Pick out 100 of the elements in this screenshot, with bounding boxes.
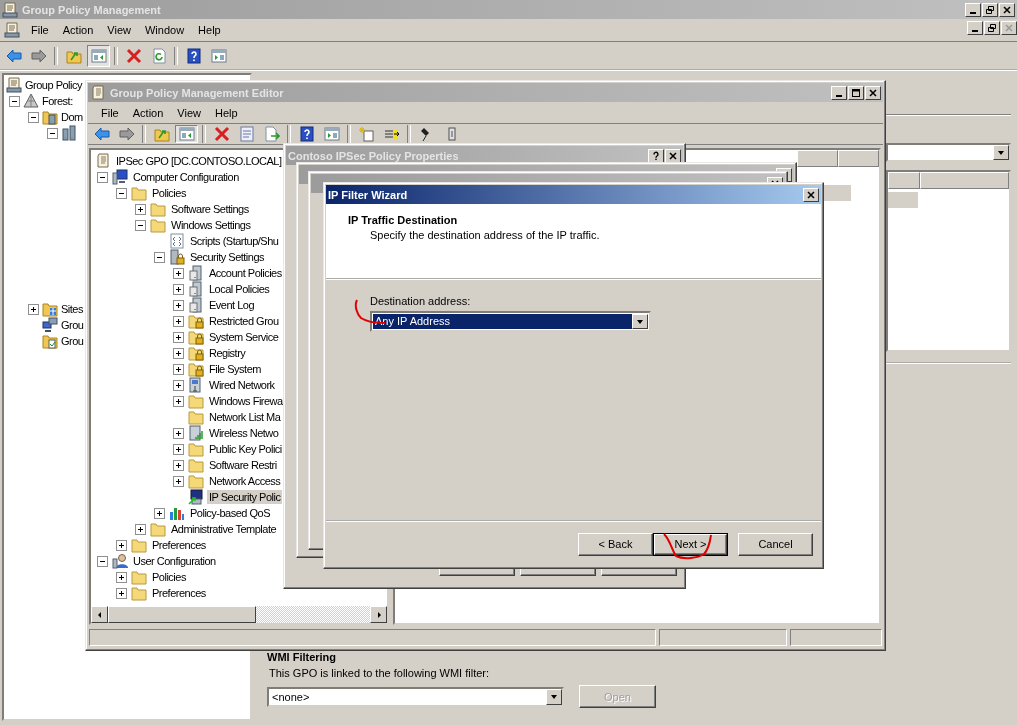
tree-item[interactable]: Dom: [60, 111, 84, 123]
wizard-button[interactable]: < Back: [578, 532, 653, 556]
console-icon: [6, 77, 22, 93]
expander-box[interactable]: [173, 443, 184, 455]
ipsec-icon: [188, 489, 204, 505]
section-heading: WMI Filtering: [267, 651, 338, 663]
expander-box[interactable]: [173, 475, 184, 487]
tree-item[interactable]: Network List Ma: [207, 410, 283, 424]
tree-item[interactable]: Preferences: [150, 586, 208, 600]
expander-box[interactable]: [173, 283, 184, 295]
scroll-left-button[interactable]: [91, 606, 108, 623]
menu-item[interactable]: Help: [191, 22, 228, 38]
tree-item[interactable]: Wireless Netwo: [207, 426, 281, 440]
expander-box[interactable]: [97, 555, 108, 567]
wizard-button[interactable]: Next >: [653, 532, 728, 556]
menu-item[interactable]: Action: [125, 104, 171, 121]
expander-box[interactable]: [173, 267, 184, 279]
tree-item[interactable]: Policy-based QoS: [188, 506, 273, 520]
expander-box[interactable]: [173, 363, 184, 375]
tree-item[interactable]: Sites: [60, 303, 84, 315]
expander-box[interactable]: [173, 315, 184, 327]
help-icon: [185, 47, 202, 64]
expander-box[interactable]: [28, 303, 39, 315]
expander-box[interactable]: [116, 539, 127, 551]
expander-box[interactable]: [173, 331, 184, 343]
expander-box[interactable]: [116, 571, 127, 583]
tree-item[interactable]: Restricted Grou: [207, 314, 281, 328]
expander-box[interactable]: [135, 203, 146, 215]
wmi-filter-dropdown[interactable]: <none>: [267, 686, 564, 707]
column-header[interactable]: [920, 172, 1009, 189]
menu-item[interactable]: File: [24, 22, 56, 38]
folder-icon: [188, 457, 204, 473]
show-hide-pane-button[interactable]: [175, 125, 198, 143]
expander-box[interactable]: [173, 379, 184, 391]
tree-item[interactable]: Local Policies: [207, 282, 272, 296]
tree-item[interactable]: Registry: [207, 346, 248, 360]
expander-box[interactable]: [9, 95, 20, 107]
column-header[interactable]: [888, 172, 920, 189]
expander-box[interactable]: [28, 111, 39, 123]
tree-item[interactable]: Software Restri: [207, 458, 279, 472]
tree-item[interactable]: Event Log: [207, 298, 257, 312]
scroll-right-button[interactable]: [370, 606, 387, 623]
tree-item[interactable]: Network Access: [207, 474, 283, 488]
tree-item[interactable]: Policies: [150, 186, 188, 200]
menu-item[interactable]: Window: [137, 22, 192, 38]
tree-item[interactable]: Group Policy: [24, 79, 83, 91]
expander-box[interactable]: [135, 219, 146, 231]
expander-box[interactable]: [173, 427, 184, 439]
expander-box[interactable]: [47, 127, 58, 139]
tree-item[interactable]: Scripts (Startup/Shu: [188, 234, 281, 248]
tree-item[interactable]: IP Security Polic: [207, 490, 283, 504]
expander-box[interactable]: [173, 299, 184, 311]
expander-box[interactable]: [173, 395, 184, 407]
tree-item[interactable]: Security Settings: [188, 250, 267, 264]
dropdown-field[interactable]: [886, 143, 1011, 162]
tree-item[interactable]: Public Key Polici: [207, 442, 284, 456]
dialog-title: IP Filter Wizard: [328, 188, 408, 201]
expander-box[interactable]: [154, 507, 165, 519]
menu-item[interactable]: View: [100, 22, 138, 38]
tree-item[interactable]: Grou: [60, 335, 85, 347]
tree-item[interactable]: Policies: [150, 570, 188, 584]
close-button[interactable]: [803, 187, 819, 202]
menu-item[interactable]: File: [94, 104, 126, 121]
tree-item[interactable]: Computer Configuration: [131, 170, 241, 184]
menu-item[interactable]: View: [170, 104, 208, 121]
scroll-icon: [90, 84, 106, 101]
tree-item[interactable]: Grou: [60, 319, 85, 331]
restore-button[interactable]: [984, 21, 1000, 35]
close-icon: [1004, 23, 1014, 33]
minimize-button[interactable]: [967, 21, 983, 35]
column-header[interactable]: [797, 150, 838, 167]
tree-item[interactable]: System Service: [207, 330, 281, 344]
menu-item[interactable]: Action: [55, 22, 101, 38]
close-button[interactable]: [1001, 21, 1017, 35]
tree-item[interactable]: Software Settings: [169, 202, 251, 216]
tree-item[interactable]: Forest:: [41, 95, 74, 107]
tree-item[interactable]: Windows Firewa: [207, 394, 285, 408]
menu-item[interactable]: Help: [207, 104, 245, 121]
tree-item[interactable]: User Configuration: [131, 554, 218, 568]
expander-box[interactable]: [173, 459, 184, 471]
forest-icon: [23, 93, 39, 109]
minimize-icon: [972, 30, 978, 32]
expander-box[interactable]: [116, 587, 127, 599]
expander-box[interactable]: [173, 347, 184, 359]
tree-item[interactable]: Windows Settings: [169, 218, 253, 232]
tree-item[interactable]: File System: [207, 362, 263, 376]
back-arrow-icon: [93, 126, 110, 142]
wizard-button[interactable]: Cancel: [738, 532, 813, 556]
tree-item[interactable]: Wired Network: [207, 378, 277, 392]
expander-box[interactable]: [135, 523, 146, 535]
expander-box[interactable]: [97, 171, 108, 183]
expander-box[interactable]: [116, 187, 127, 199]
scrollbar-thumb[interactable]: [108, 606, 256, 623]
tree-item[interactable]: Account Policies: [207, 266, 284, 280]
expander-box[interactable]: [154, 251, 165, 263]
tree-item[interactable]: Administrative Template: [169, 522, 279, 536]
show-hide-pane-button[interactable]: [87, 44, 110, 67]
column-header[interactable]: [838, 150, 879, 167]
tree-item[interactable]: IPSec GPO [DC.CONTOSO.LOCAL]: [114, 154, 284, 168]
tree-item[interactable]: Preferences: [150, 538, 208, 552]
